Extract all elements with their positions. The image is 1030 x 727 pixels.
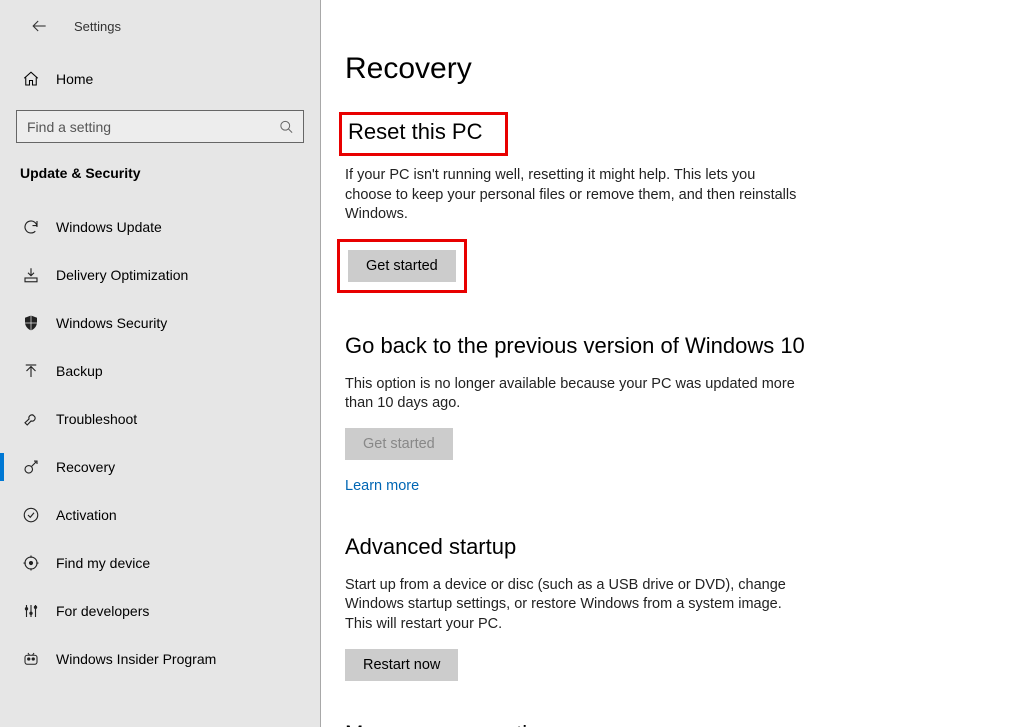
search-input[interactable]	[16, 110, 304, 143]
home-label: Home	[56, 71, 93, 87]
location-icon	[20, 554, 42, 572]
page-title: Recovery	[345, 52, 990, 86]
sidebar-item-label: Delivery Optimization	[56, 267, 188, 283]
sidebar-item-label: Find my device	[56, 555, 150, 571]
section-text: If your PC isn't running well, resetting…	[345, 166, 805, 225]
sidebar-item-label: Backup	[56, 363, 103, 379]
sidebar-item-label: For developers	[56, 603, 149, 619]
sidebar-header: Settings	[0, 6, 320, 46]
sidebar-item-for-developers[interactable]: For developers	[0, 587, 320, 635]
sync-icon	[20, 218, 42, 236]
back-icon[interactable]	[28, 15, 50, 37]
sidebar-item-windows-insider[interactable]: Windows Insider Program	[0, 635, 320, 683]
section-title: More recovery options	[345, 721, 563, 727]
section-title: Go back to the previous version of Windo…	[345, 333, 805, 359]
search-icon	[279, 119, 294, 134]
get-started-disabled-button: Get started	[345, 428, 453, 460]
wrench-icon	[20, 410, 42, 428]
section-text: Start up from a device or disc (such as …	[345, 576, 805, 635]
section-go-back: Go back to the previous version of Windo…	[345, 333, 805, 494]
highlight-reset-title: Reset this PC	[339, 112, 508, 156]
restart-now-button[interactable]: Restart now	[345, 649, 458, 681]
app-title: Settings	[74, 19, 121, 34]
sidebar-item-label: Recovery	[56, 459, 115, 475]
get-started-button[interactable]: Get started	[348, 250, 456, 282]
sidebar-item-label: Windows Insider Program	[56, 651, 216, 667]
section-title: Advanced startup	[345, 534, 516, 560]
developers-icon	[20, 602, 42, 620]
sidebar-item-label: Windows Security	[56, 315, 167, 331]
sidebar-item-label: Activation	[56, 507, 117, 523]
sidebar-item-windows-update[interactable]: Windows Update	[0, 203, 320, 251]
sidebar-item-recovery[interactable]: Recovery	[0, 443, 320, 491]
nav-list: Windows Update Delivery Optimization Win…	[0, 203, 320, 683]
section-more-options: More recovery options	[345, 721, 805, 727]
download-icon	[20, 266, 42, 284]
home-icon	[20, 70, 42, 88]
insider-icon	[20, 650, 42, 668]
search-container	[16, 110, 304, 143]
sidebar-item-find-my-device[interactable]: Find my device	[0, 539, 320, 587]
sidebar-item-delivery-optimization[interactable]: Delivery Optimization	[0, 251, 320, 299]
main-content: Recovery Reset this PC If your PC isn't …	[321, 0, 1030, 727]
sidebar-item-label: Windows Update	[56, 219, 162, 235]
sidebar-item-label: Troubleshoot	[56, 411, 137, 427]
shield-icon	[20, 314, 42, 332]
sidebar-item-activation[interactable]: Activation	[0, 491, 320, 539]
section-reset-pc: Reset this PC If your PC isn't running w…	[345, 112, 805, 293]
recovery-icon	[20, 458, 42, 476]
section-text: This option is no longer available becau…	[345, 375, 805, 414]
sidebar: Settings Home Update & Security Windows …	[0, 0, 321, 727]
highlight-reset-button: Get started	[337, 239, 467, 293]
check-circle-icon	[20, 506, 42, 524]
sidebar-item-troubleshoot[interactable]: Troubleshoot	[0, 395, 320, 443]
category-label: Update & Security	[0, 143, 320, 203]
section-title: Reset this PC	[348, 119, 483, 145]
sidebar-item-windows-security[interactable]: Windows Security	[0, 299, 320, 347]
section-advanced-startup: Advanced startup Start up from a device …	[345, 534, 805, 681]
home-nav[interactable]: Home	[0, 60, 320, 98]
arrow-up-icon	[20, 362, 42, 380]
learn-more-link[interactable]: Learn more	[345, 478, 419, 494]
sidebar-item-backup[interactable]: Backup	[0, 347, 320, 395]
